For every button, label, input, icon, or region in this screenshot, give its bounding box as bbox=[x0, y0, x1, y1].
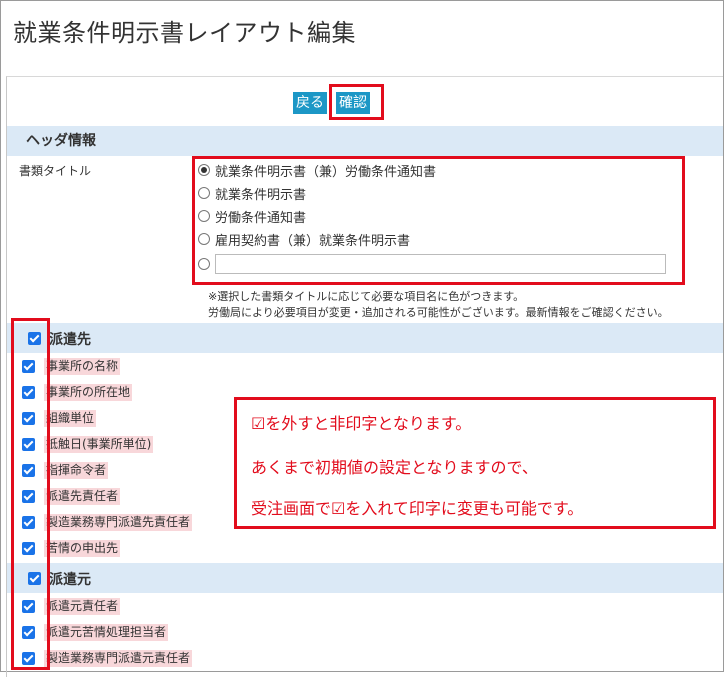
page-title: 就業条件明示書レイアウト編集 bbox=[13, 19, 356, 47]
item-label: 組織単位 bbox=[44, 410, 97, 427]
item-label: 派遣先責任者 bbox=[44, 488, 121, 505]
section-header-info: ヘッダ情報 bbox=[7, 126, 723, 156]
doc-title-highlight-box bbox=[192, 156, 685, 285]
section-header-dispatch-from bbox=[7, 563, 723, 593]
back-button[interactable]: 戻る bbox=[293, 92, 327, 114]
note-line-2: 労働局により必要項目が変更・追加される可能性がございます。最新情報をご確認くださ… bbox=[208, 306, 669, 319]
item-label: 苦情の申出先 bbox=[44, 540, 121, 557]
section-title: ヘッダ情報 bbox=[26, 133, 96, 149]
dispatch-from-title: 派遣元 bbox=[49, 572, 91, 588]
item-label: 製造業務専門派遣元責任者 bbox=[44, 650, 193, 667]
callout-box: ☑を外すと非印字となります。 あくまで初期値の設定となりますので、 受注画面で☑… bbox=[234, 397, 716, 529]
item-label: 抵触日(事業所単位) bbox=[44, 436, 154, 453]
note-line-1: ※選択した書類タイトルに応じて必要な項目名に色がつきます。 bbox=[208, 290, 525, 303]
item-label: 指揮命令者 bbox=[44, 462, 109, 479]
item-label: 事業所の名称 bbox=[44, 358, 121, 375]
item-label: 製造業務専門派遣先責任者 bbox=[44, 514, 193, 531]
checkbox-column-highlight-box bbox=[11, 318, 50, 670]
section-header-dispatch-to bbox=[7, 323, 723, 353]
callout-line-1: ☑を外すと非印字となります。 bbox=[251, 414, 472, 433]
doc-title-label: 書類タイトル bbox=[19, 164, 92, 178]
dispatch-to-title: 派遣先 bbox=[49, 332, 91, 348]
callout-line-3: 受注画面で☑を入れて印字に変更も可能です。 bbox=[251, 499, 584, 518]
callout-line-2: あくまで初期値の設定となりますので、 bbox=[251, 458, 538, 477]
item-label: 派遣元責任者 bbox=[44, 598, 121, 615]
confirm-highlight-box bbox=[329, 84, 384, 120]
item-label: 派遣元苦情処理担当者 bbox=[44, 624, 169, 641]
item-label: 事業所の所在地 bbox=[44, 384, 133, 401]
